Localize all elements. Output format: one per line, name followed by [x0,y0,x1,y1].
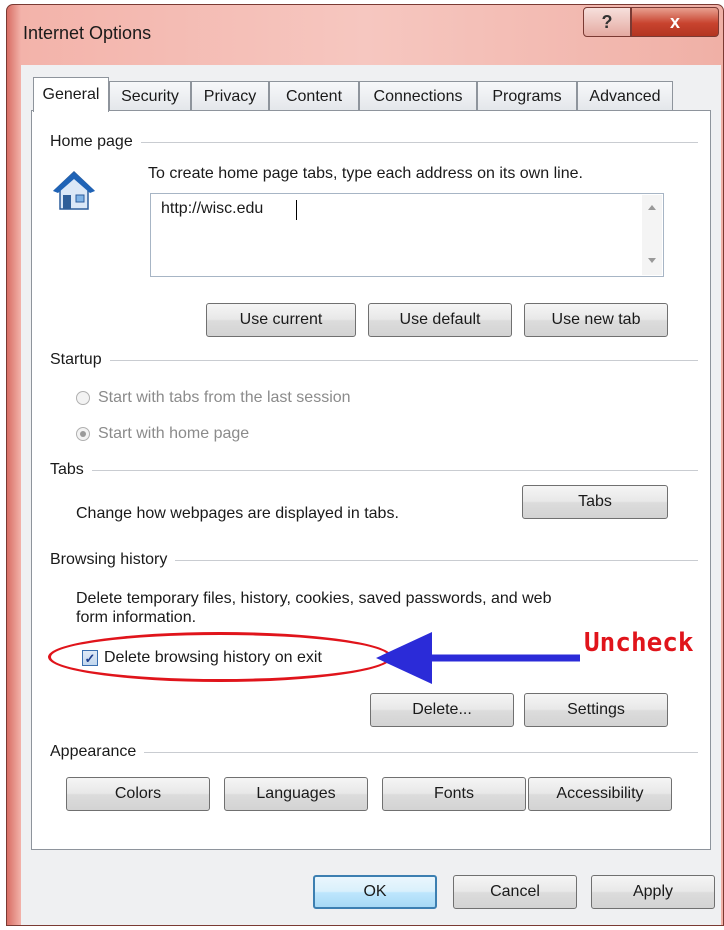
close-button[interactable]: x [631,7,719,37]
colors-button[interactable]: Colors [66,777,210,811]
annotation-ellipse [48,632,392,682]
last-session-label: Start with tabs from the last session [98,389,351,406]
tab-strip: General Security Privacy Content Connect… [31,77,711,112]
house-icon [53,170,95,210]
scroll-up-icon[interactable] [648,205,656,210]
browsing-history-group-header: Browsing history [50,551,698,569]
tab-general[interactable]: General [33,77,109,112]
browsing-history-description-line1: Delete temporary files, history, cookies… [76,590,552,607]
tab-connections[interactable]: Connections [359,81,477,111]
tab-privacy[interactable]: Privacy [191,81,269,111]
help-icon: ? [601,11,613,32]
home-page-value: http://wisc.edu [161,200,264,217]
tabs-description: Change how webpages are displayed in tab… [76,505,399,522]
browsing-history-heading: Browsing history [50,551,168,568]
tab-security[interactable]: Security [109,81,191,111]
settings-button[interactable]: Settings [524,693,668,727]
home-page-instruction: To create home page tabs, type each addr… [148,165,583,182]
home-page-heading: Home page [50,133,133,150]
tabs-group-header: Tabs [50,461,698,479]
apply-button[interactable]: Apply [591,875,715,909]
startup-group-header: Startup [50,351,698,369]
text-caret [296,200,297,220]
use-default-button[interactable]: Use default [368,303,512,337]
fonts-button[interactable]: Fonts [382,777,526,811]
help-button[interactable]: ? [583,7,631,37]
radio-last-session[interactable] [76,391,90,405]
annotation-uncheck-text: Uncheck [584,628,694,658]
browsing-history-description-line2: form information. [76,609,197,626]
appearance-group-header: Appearance [50,743,698,761]
close-icon: x [669,11,680,32]
window-title: Internet Options [23,23,152,43]
delete-button[interactable]: Delete... [370,693,514,727]
browsing-history-description: Delete temporary files, history, cookies… [76,589,551,627]
internet-options-window: Internet Options ? x General Security Pr… [6,4,724,926]
tab-programs[interactable]: Programs [477,81,577,111]
accessibility-button[interactable]: Accessibility [528,777,672,811]
startup-last-session-option[interactable]: Start with tabs from the last session [76,389,351,407]
home-page-group-header: Home page [50,133,698,151]
home-page-option-label: Start with home page [98,425,250,442]
radio-home-page[interactable] [76,427,90,441]
textarea-scrollbar[interactable] [642,195,662,275]
home-page-textarea[interactable]: http://wisc.edu [150,193,664,277]
title-bar: Internet Options ? x [7,5,723,65]
use-new-tab-button[interactable]: Use new tab [524,303,668,337]
general-tab-panel: Home page To create home page tabs, type… [31,110,711,850]
ok-button[interactable]: OK [313,875,437,909]
startup-home-page-option[interactable]: Start with home page [76,425,249,443]
cancel-button[interactable]: Cancel [453,875,577,909]
tabs-button[interactable]: Tabs [522,485,668,519]
languages-button[interactable]: Languages [224,777,368,811]
dialog-client-area: General Security Privacy Content Connect… [21,65,721,925]
startup-heading: Startup [50,351,102,368]
scroll-down-icon[interactable] [648,258,656,263]
use-current-button[interactable]: Use current [206,303,356,337]
tab-content[interactable]: Content [269,81,359,111]
tabs-heading: Tabs [50,461,84,478]
appearance-heading: Appearance [50,743,137,760]
tab-advanced[interactable]: Advanced [577,81,673,111]
